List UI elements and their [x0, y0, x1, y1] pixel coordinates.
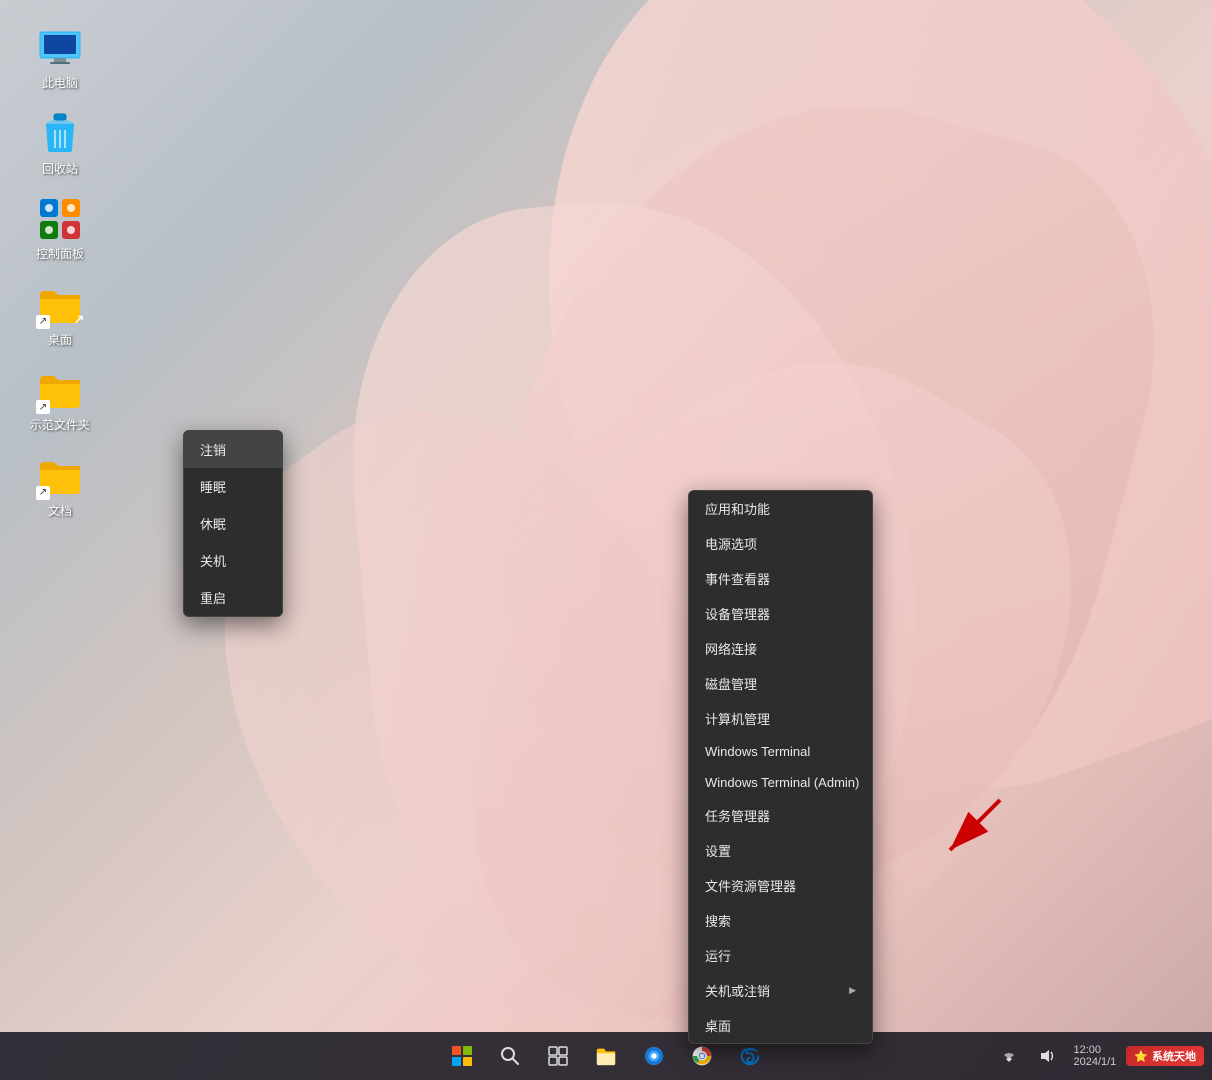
brand-label: ⭐	[1134, 1050, 1148, 1063]
control-panel-label: 控制面板	[36, 247, 84, 263]
desktop-icon-folder-desktop[interactable]: ↗ ↗ 桌面	[20, 277, 100, 353]
shortcut-arrow-3: ↗	[36, 486, 50, 500]
taskbar-browser1-button[interactable]	[632, 1034, 676, 1078]
menu-item-windows-terminal[interactable]: Windows Terminal	[689, 736, 872, 767]
menu-item-network[interactable]: 网络连接	[689, 631, 872, 666]
folder-sample-icon: ↗	[36, 366, 84, 414]
menu-item-file-explorer[interactable]: 文件资源管理器	[689, 868, 872, 903]
submenu-item-signout[interactable]: 注销	[184, 431, 282, 468]
menu-item-run[interactable]: 运行	[689, 938, 872, 973]
menu-item-computer-management[interactable]: 计算机管理	[689, 701, 872, 736]
menu-item-device-manager[interactable]: 设备管理器	[689, 596, 872, 631]
shutdown-submenu: 注销 睡眠 休眠 关机 重启	[183, 430, 283, 617]
windows-logo-icon	[452, 1046, 472, 1066]
start-button[interactable]	[440, 1034, 484, 1078]
desktop: 此电脑 回收站	[0, 0, 1212, 1080]
taskbar: 12:00 2024/1/1 ⭐ 系统天地	[0, 1032, 1212, 1080]
menu-item-windows-terminal-admin[interactable]: Windows Terminal (Admin)	[689, 767, 872, 798]
desktop-icon-recycle-bin[interactable]: 回收站	[20, 106, 100, 182]
menu-item-power[interactable]: 电源选项	[689, 526, 872, 561]
recycle-bin-label: 回收站	[42, 162, 78, 178]
desktop-icon-folder-docs[interactable]: ↗ 文档	[20, 448, 100, 524]
desktop-icon-control-panel[interactable]: 控制面板	[20, 191, 100, 267]
wallpaper	[0, 0, 1212, 1080]
folder-desktop-icon: ↗ ↗	[36, 281, 84, 329]
folder-docs-label: 文档	[48, 504, 72, 520]
taskbar-search-button[interactable]	[488, 1034, 532, 1078]
submenu-item-sleep[interactable]: 睡眠	[184, 468, 282, 505]
menu-item-apps[interactable]: 应用和功能	[689, 491, 872, 526]
brand-tag: ⭐ 系统天地	[1126, 1046, 1204, 1066]
folder-docs-icon: ↗	[36, 452, 84, 500]
folder-desktop-label: 桌面	[48, 333, 72, 349]
menu-item-task-manager[interactable]: 任务管理器	[689, 798, 872, 833]
menu-item-desktop[interactable]: 桌面	[689, 1008, 872, 1043]
submenu-item-restart[interactable]: 重启	[184, 579, 282, 616]
menu-item-disk-management[interactable]: 磁盘管理	[689, 666, 872, 701]
menu-item-shutdown[interactable]: 关机或注销	[689, 973, 872, 1008]
taskbar-explorer-button[interactable]	[584, 1034, 628, 1078]
control-panel-icon	[36, 195, 84, 243]
brand-text: 系统天地	[1152, 1048, 1196, 1064]
tray-network-icon[interactable]	[993, 1040, 1025, 1072]
taskbar-taskview-button[interactable]	[536, 1034, 580, 1078]
this-pc-label: 此电脑	[42, 76, 78, 92]
menu-item-settings[interactable]: 设置	[689, 833, 872, 868]
menu-item-event-viewer[interactable]: 事件查看器	[689, 561, 872, 596]
shortcut-arrow-2: ↗	[36, 400, 50, 414]
submenu-item-hibernate[interactable]: 休眠	[184, 505, 282, 542]
system-clock[interactable]: 12:00 2024/1/1	[1069, 1044, 1120, 1068]
context-menu: 应用和功能 电源选项 事件查看器 设备管理器 网络连接 磁盘管理 计算机管理 W…	[688, 490, 873, 1044]
svg-text:↗: ↗	[74, 312, 84, 326]
shortcut-arrow: ↗	[36, 315, 50, 329]
submenu-item-shutdown[interactable]: 关机	[184, 542, 282, 579]
taskbar-right: 12:00 2024/1/1 ⭐ 系统天地	[993, 1040, 1204, 1072]
desktop-icon-this-pc[interactable]: 此电脑	[20, 20, 100, 96]
this-pc-icon	[36, 24, 84, 72]
desktop-icons: 此电脑 回收站	[20, 20, 100, 524]
folder-sample-label: 示范文件夹	[30, 418, 90, 434]
recycle-bin-icon	[36, 110, 84, 158]
desktop-icon-folder-sample[interactable]: ↗ 示范文件夹	[20, 362, 100, 438]
menu-item-search[interactable]: 搜索	[689, 903, 872, 938]
tray-volume-icon[interactable]	[1031, 1040, 1063, 1072]
